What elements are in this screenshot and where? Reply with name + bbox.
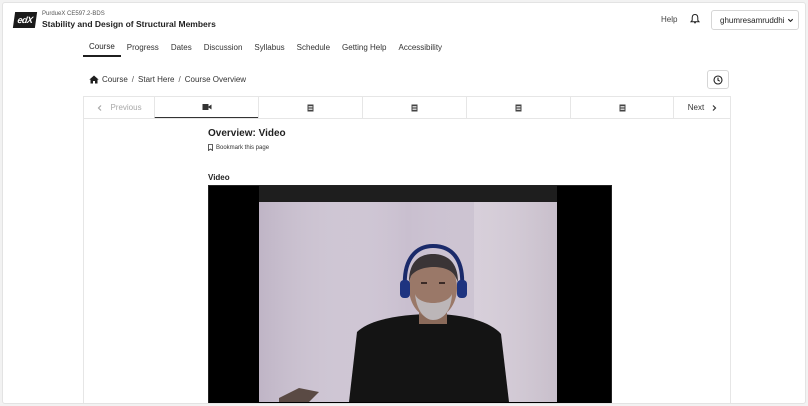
unit-tab-1[interactable]	[154, 97, 258, 119]
tab-progress[interactable]: Progress	[121, 37, 165, 57]
chevron-down-icon	[788, 18, 794, 22]
lecturer-video-image	[259, 202, 557, 402]
next-button[interactable]: Next	[674, 97, 732, 118]
document-icon	[619, 104, 625, 112]
course-title: Stability and Design of Structural Membe…	[42, 19, 216, 29]
bookmark-label: Bookmark this page	[216, 144, 270, 151]
tab-schedule[interactable]: Schedule	[291, 37, 336, 57]
breadcrumb-course[interactable]: Course	[102, 75, 128, 84]
document-icon	[411, 104, 418, 112]
tab-discussion[interactable]: Discussion	[198, 37, 249, 57]
tab-course[interactable]: Course	[83, 37, 121, 57]
breadcrumb: Course / Start Here / Course Overview	[89, 75, 246, 84]
user-menu-button[interactable]: ghumresamruddhi	[711, 10, 799, 30]
unit-tab-4[interactable]	[466, 97, 570, 119]
document-icon	[307, 104, 314, 112]
breadcrumb-subsection[interactable]: Course Overview	[185, 75, 246, 84]
video-letterbox-bar	[259, 186, 557, 202]
unit-tab-5[interactable]	[570, 97, 674, 119]
site-header: edX PurdueX CE597.2-BDS Stability and De…	[3, 3, 805, 37]
username-label: ghumresamruddhi	[720, 15, 785, 25]
previous-button[interactable]: Previous	[84, 97, 154, 118]
video-player[interactable]	[208, 185, 612, 403]
course-org-number: PurdueX CE597.2-BDS	[42, 11, 105, 17]
previous-label: Previous	[110, 103, 142, 112]
bookmark-button[interactable]: Bookmark this page	[208, 144, 269, 151]
breadcrumb-section[interactable]: Start Here	[138, 75, 174, 84]
next-label: Next	[687, 103, 705, 112]
tab-syllabus[interactable]: Syllabus	[248, 37, 290, 57]
tab-getting-help[interactable]: Getting Help	[336, 37, 392, 57]
bell-icon[interactable]	[689, 13, 701, 25]
document-icon	[515, 104, 522, 112]
video-icon	[202, 104, 211, 110]
breadcrumb-separator: /	[178, 75, 181, 84]
clock-icon	[713, 74, 723, 85]
video-frame	[259, 202, 557, 402]
edx-logo[interactable]: edX	[12, 12, 38, 28]
breadcrumb-separator: /	[131, 75, 135, 84]
browser-frame: edX PurdueX CE597.2-BDS Stability and De…	[2, 2, 806, 404]
help-link[interactable]: Help	[661, 15, 677, 24]
tab-dates[interactable]: Dates	[165, 37, 198, 57]
unit-tab-2[interactable]	[258, 97, 362, 119]
course-tabs: Course Progress Dates Discussion Syllabu…	[83, 37, 448, 59]
chevron-left-icon	[98, 104, 102, 111]
unit-tab-3[interactable]	[362, 97, 466, 119]
video-section-label: Video	[208, 173, 230, 182]
home-icon	[89, 75, 99, 84]
bookmark-icon	[208, 144, 213, 151]
chevron-right-icon	[712, 104, 717, 111]
history-button[interactable]	[707, 70, 729, 89]
sequence-navigation: Previous Next	[83, 96, 731, 119]
tab-accessibility[interactable]: Accessibility	[392, 37, 448, 57]
unit-title: Overview: Video	[208, 128, 286, 139]
